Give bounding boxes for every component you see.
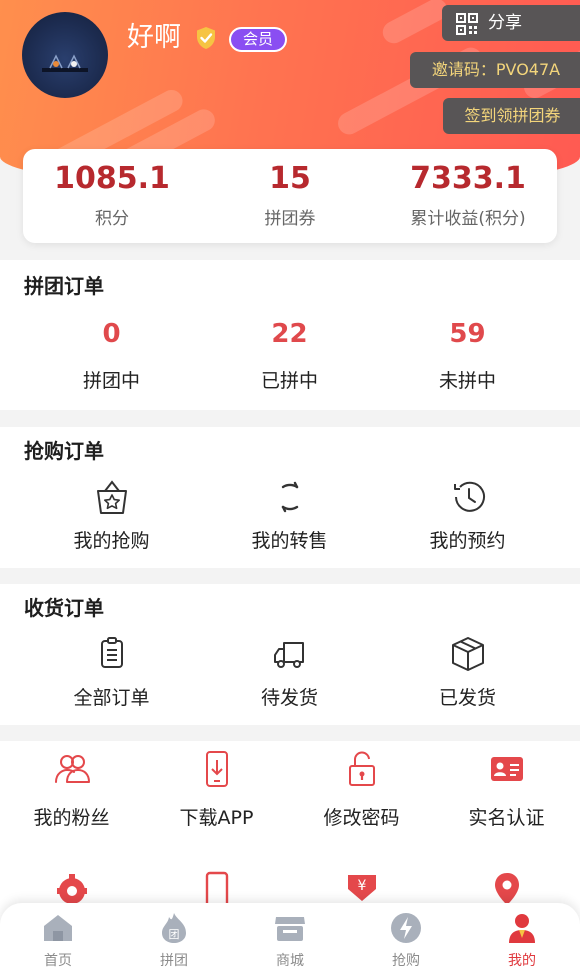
share-button[interactable]: 分享 [442,5,580,41]
bottom-tab-bar: 首页 团 拼团 商城 抢购 我的 [0,903,580,976]
receipt-orders-section: 收货订单 全部订单 待发货 已发货 [0,584,580,725]
order-count: 59 [449,319,486,349]
stat-total-earnings[interactable]: 7333.1 累计收益(积分) [379,149,557,243]
tab-label: 首页 [44,953,72,969]
username: 好啊 [127,22,181,53]
flash-order-label: 我的抢购 [73,530,150,552]
svg-text:¥: ¥ [357,878,366,894]
order-label: 拼团中 [82,370,140,392]
tab-mine[interactable]: 我的 [464,903,580,976]
tab-home[interactable]: 首页 [0,903,116,976]
section-title: 抢购订单 [24,439,104,463]
group-flame-icon: 团 [162,913,186,943]
receipt-order-label: 已发货 [438,687,496,709]
section-title: 收货订单 [24,596,104,620]
flash-order-label: 我的预约 [429,530,506,552]
fans-icon [54,755,90,783]
order-label: 未拼中 [438,370,496,392]
user-icon [509,914,535,943]
tab-label: 我的 [508,953,536,969]
tab-group-buy[interactable]: 团 拼团 [116,903,232,976]
tab-flash-sale[interactable]: 抢购 [348,903,464,976]
invite-code-button[interactable]: 邀请码：PVO47A [410,52,580,88]
download-phone-icon [205,751,228,787]
verified-shield-icon [197,27,215,49]
receipt-order-label: 全部订单 [73,687,150,709]
receipt-order-label: 待发货 [260,687,318,709]
group-orders-section: 拼团订单 0 拼团中 22 已拼中 59 未拼中 [0,260,580,410]
pending-shipment[interactable]: 待发货 [193,634,386,719]
my-reservations[interactable]: 我的预约 [371,477,564,562]
svg-text:团: 团 [169,928,180,941]
section-title: 拼团订单 [24,274,104,298]
checkin-coupon-button[interactable]: 签到领拼团券 [443,98,580,134]
my-flash-purchases[interactable]: 我的抢购 [15,477,208,562]
unlock-icon [348,751,375,786]
flash-orders-section: 抢购订单 我的抢购 我的转售 我的预约 [0,427,580,568]
tool-label: 实名认证 [468,807,545,829]
group-order-won[interactable]: 22 已拼中 [193,318,386,398]
stats-card: 1085.1 积分 15 拼团券 7333.1 累计收益(积分) [23,149,557,243]
share-label: 分享 [488,13,522,33]
tab-label: 拼团 [160,953,188,969]
home-icon [44,915,72,941]
order-count: 0 [102,319,121,349]
stat-points[interactable]: 1085.1 积分 [23,149,201,243]
header-decoration [378,0,452,48]
shopping-bag-star-icon [96,480,127,514]
tab-label: 商城 [276,953,304,969]
order-count: 22 [271,319,308,349]
stat-group-coupons[interactable]: 15 拼团券 [201,149,379,243]
flash-order-label: 我的转售 [251,530,328,552]
stat-value: 7333.1 [410,161,526,196]
group-order-in-progress[interactable]: 0 拼团中 [15,318,208,398]
store-icon [275,917,305,941]
my-resales[interactable]: 我的转售 [193,477,386,562]
truck-icon [273,642,304,668]
stat-label: 拼团券 [264,209,316,229]
tab-label: 抢购 [392,953,420,969]
lightning-icon [391,913,421,943]
qr-code-icon [456,13,478,35]
stat-value: 15 [269,161,311,196]
stat-label: 累计收益(积分) [410,209,526,229]
clipboard-icon [100,637,123,668]
stat-label: 积分 [95,209,129,229]
member-badge: 会员 [229,27,288,52]
refresh-icon [281,481,298,513]
tab-mall[interactable]: 商城 [232,903,348,976]
history-clock-icon [453,481,485,512]
avatar[interactable] [22,12,108,98]
id-card-icon [490,757,523,781]
tool-real-name-verification[interactable]: 实名认证 [410,749,580,839]
shipped[interactable]: 已发货 [371,634,564,719]
package-icon [451,637,484,671]
group-order-lost[interactable]: 59 未拼中 [371,318,564,398]
all-orders[interactable]: 全部订单 [15,634,208,719]
order-label: 已拼中 [260,370,318,392]
stat-value: 1085.1 [54,161,170,196]
